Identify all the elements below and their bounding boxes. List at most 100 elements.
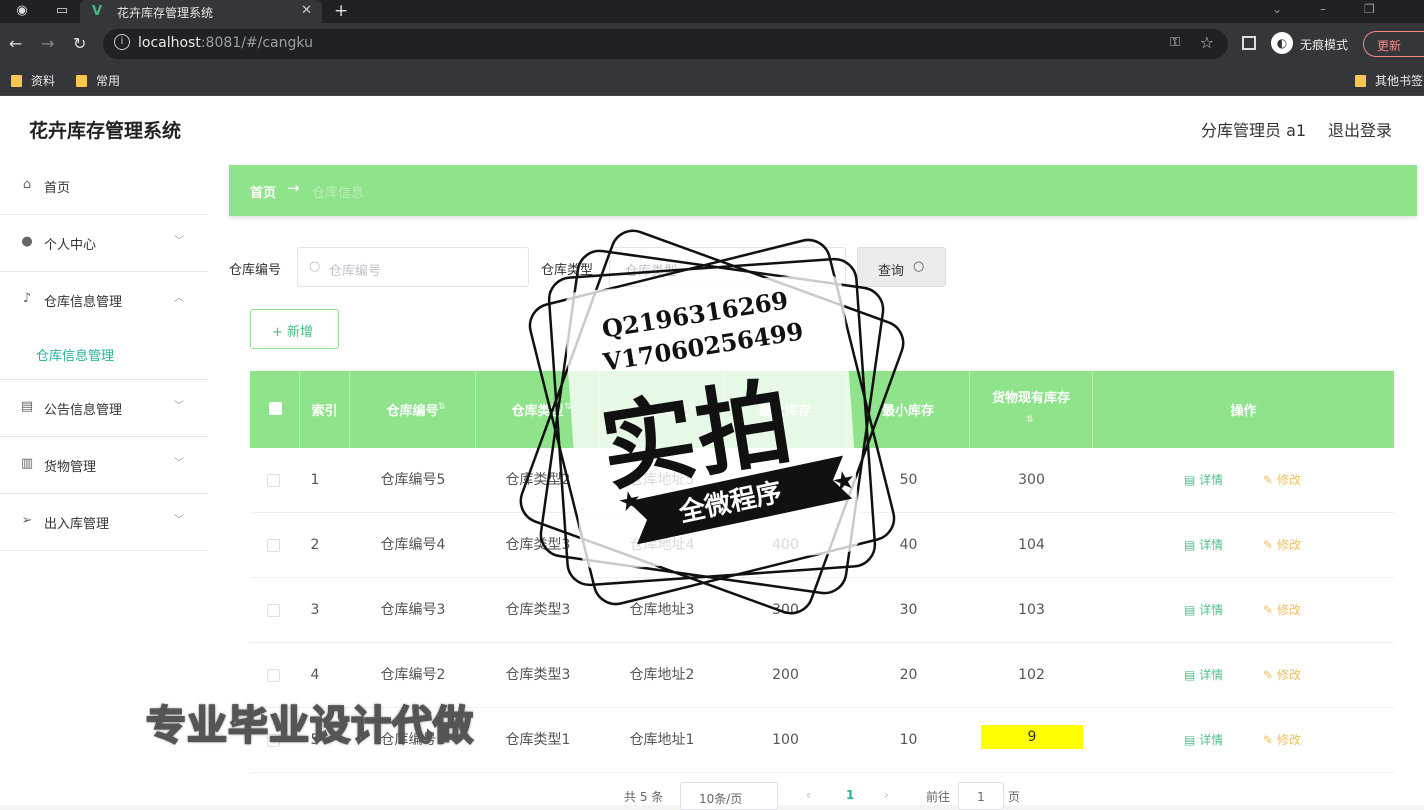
page-number-current[interactable]: 1 [846, 788, 854, 802]
cell-type: 仓库类型3 [505, 537, 571, 553]
th-type[interactable]: 仓库类型 ⇅ [476, 371, 600, 448]
sidebar-item-label: 仓库信息管理 [44, 295, 123, 310]
update-button[interactable]: 更新 [1363, 31, 1424, 57]
th-max[interactable]: 最大库存 [724, 371, 847, 448]
row-checkbox[interactable] [267, 474, 280, 487]
tab-list-chevron-icon[interactable]: ⌄ [1272, 2, 1282, 16]
cell-address: 仓库地址5 [629, 472, 695, 488]
table-row: 2 仓库编号4 仓库类型3 仓库地址4 400 40 104 ▤ 详情 ✎ 修改 [250, 513, 1394, 578]
chevron-down-icon: ﹀ [174, 515, 184, 526]
restore-icon[interactable]: ❐ [1364, 2, 1375, 16]
url-text[interactable]: localhost:8081/#/cangku [138, 35, 313, 51]
sidebar-item-warehouse[interactable]: ♪ 仓库信息管理 ︿ [0, 272, 208, 329]
bookmark-star-icon[interactable]: ☆ [1200, 33, 1214, 52]
incognito-indicator[interactable]: ◐ 无痕模式 [1271, 32, 1361, 56]
edit-button[interactable]: ✎ 修改 [1263, 578, 1301, 643]
detail-button[interactable]: ▤ 详情 [1184, 513, 1223, 578]
page-size-select[interactable]: 10条/页 [680, 782, 778, 810]
bookmark-folder-changyong[interactable]: 常用 [76, 72, 120, 89]
cell-type: 仓库类型3 [505, 667, 571, 683]
edit-label: 修改 [1276, 473, 1301, 487]
sort-icon[interactable]: ⇅ [564, 402, 572, 412]
site-info-icon[interactable]: i [114, 34, 130, 50]
minimize-icon[interactable]: – [1320, 2, 1326, 16]
search-input-code[interactable]: ○ 仓库编号 [297, 247, 529, 287]
next-page-icon[interactable]: › [884, 788, 889, 802]
microphone-icon: ♪ [22, 291, 32, 306]
select-all-checkbox[interactable] [269, 402, 282, 415]
back-icon[interactable]: ← [9, 34, 22, 53]
cell-stock: 102 [1018, 667, 1045, 683]
incognito-label: 无痕模式 [1300, 38, 1349, 52]
send-icon: ➢ [21, 513, 33, 528]
forward-icon[interactable]: → [41, 34, 54, 53]
search-label-type: 仓库类型 [541, 263, 594, 278]
new-tab-icon[interactable]: + [334, 1, 348, 21]
omnibox[interactable]: i localhost:8081/#/cangku ⚿ ☆ [103, 29, 1228, 59]
bookmarks-bar: 资料 常用 其他书签 [0, 66, 1424, 96]
th-label: 索引 [311, 404, 338, 419]
password-key-icon[interactable]: ⚿ [1170, 35, 1180, 50]
cell-stock: 103 [1018, 602, 1045, 618]
search-placeholder: 仓库编号 [329, 264, 382, 279]
goto-value: 1 [977, 790, 985, 804]
sidebar-item-home[interactable]: ⌂ 首页 [0, 158, 208, 215]
tab-search-icon[interactable]: ▭ [52, 2, 72, 20]
detail-button[interactable]: ▤ 详情 [1184, 448, 1223, 513]
search-label-code: 仓库编号 [229, 263, 282, 278]
reload-icon[interactable]: ↻ [73, 34, 86, 53]
detail-label: 详情 [1199, 668, 1224, 682]
row-checkbox[interactable] [267, 604, 280, 617]
chevron-down-icon: ﹀ [174, 401, 184, 412]
th-stock[interactable]: 货物现有库存 ⇅ [970, 371, 1093, 448]
cell-index: 3 [310, 602, 320, 618]
edit-button[interactable]: ✎ 修改 [1263, 708, 1301, 773]
sidebar-item-label: 出入库管理 [44, 517, 110, 532]
goto-prefix: 前往 [926, 790, 951, 804]
detail-button[interactable]: ▤ 详情 [1184, 643, 1223, 708]
th-code[interactable]: 仓库编号 ⇅ [350, 371, 476, 448]
th-actions: 操作 [1093, 371, 1394, 448]
add-button[interactable]: + 新增 [250, 309, 339, 349]
th-address[interactable]: 仓库地址 ⇅ [600, 371, 724, 448]
bookmark-folder-ziliao[interactable]: 资料 [11, 72, 55, 89]
sidebar-item-notice[interactable]: ▤ 公告信息管理 ﹀ [0, 380, 208, 437]
th-label: 货物现有库存 [991, 391, 1070, 406]
sidebar-subitem-warehouse-info[interactable]: 仓库信息管理 [0, 329, 208, 380]
add-button-label: + 新增 [272, 325, 314, 340]
side-panel-icon[interactable] [1242, 36, 1256, 50]
detail-button[interactable]: ▤ 详情 [1184, 578, 1223, 643]
sort-icon[interactable]: ⇅ [438, 402, 446, 412]
other-bookmarks[interactable]: 其他书签 [1355, 72, 1423, 89]
edit-button[interactable]: ✎ 修改 [1263, 513, 1301, 578]
prev-page-icon[interactable]: ‹ [806, 788, 811, 802]
sidebar-item-personal-center[interactable]: ● 个人中心 ﹀ [0, 215, 208, 272]
search-input-type[interactable]: 仓库类型 [609, 247, 846, 287]
th-label: 仓库类型 [511, 404, 564, 419]
vue-logo-icon: V [92, 4, 103, 19]
sort-icon[interactable]: ⇅ [1026, 415, 1034, 425]
app-title: 花卉库存管理系统 [29, 120, 182, 142]
sort-icon[interactable]: ⇅ [688, 402, 696, 412]
detail-button[interactable]: ▤ 详情 [1184, 708, 1223, 773]
sidebar-item-goods[interactable]: ▥ 货物管理 ﹀ [0, 437, 208, 494]
row-checkbox[interactable] [267, 669, 280, 682]
edit-label: 修改 [1276, 538, 1301, 552]
edit-label: 修改 [1276, 603, 1301, 617]
globe-icon[interactable]: ◉ [12, 2, 32, 20]
user-icon: ● [21, 234, 33, 249]
edit-button[interactable]: ✎ 修改 [1263, 448, 1301, 513]
browser-tab[interactable]: V 花卉库存管理系统 ✕ [80, 0, 322, 23]
logout-link[interactable]: 退出登录 [1328, 117, 1392, 141]
goto-page-input[interactable]: 1 [958, 782, 1004, 810]
edit-button[interactable]: ✎ 修改 [1263, 643, 1301, 708]
query-button[interactable]: 查询 ○ [857, 247, 946, 287]
breadcrumb-home[interactable]: 首页 [250, 182, 276, 201]
breadcrumb-arrow-icon: → [287, 179, 300, 197]
sidebar-item-inout[interactable]: ➢ 出入库管理 ﹀ [0, 494, 208, 551]
tab-close-icon[interactable]: ✕ [301, 3, 312, 18]
row-checkbox[interactable] [267, 539, 280, 552]
pager-total: 共 5 条 [624, 790, 664, 804]
th-min[interactable]: 最小库存 [847, 371, 970, 448]
goto-suffix: 页 [1008, 790, 1021, 804]
